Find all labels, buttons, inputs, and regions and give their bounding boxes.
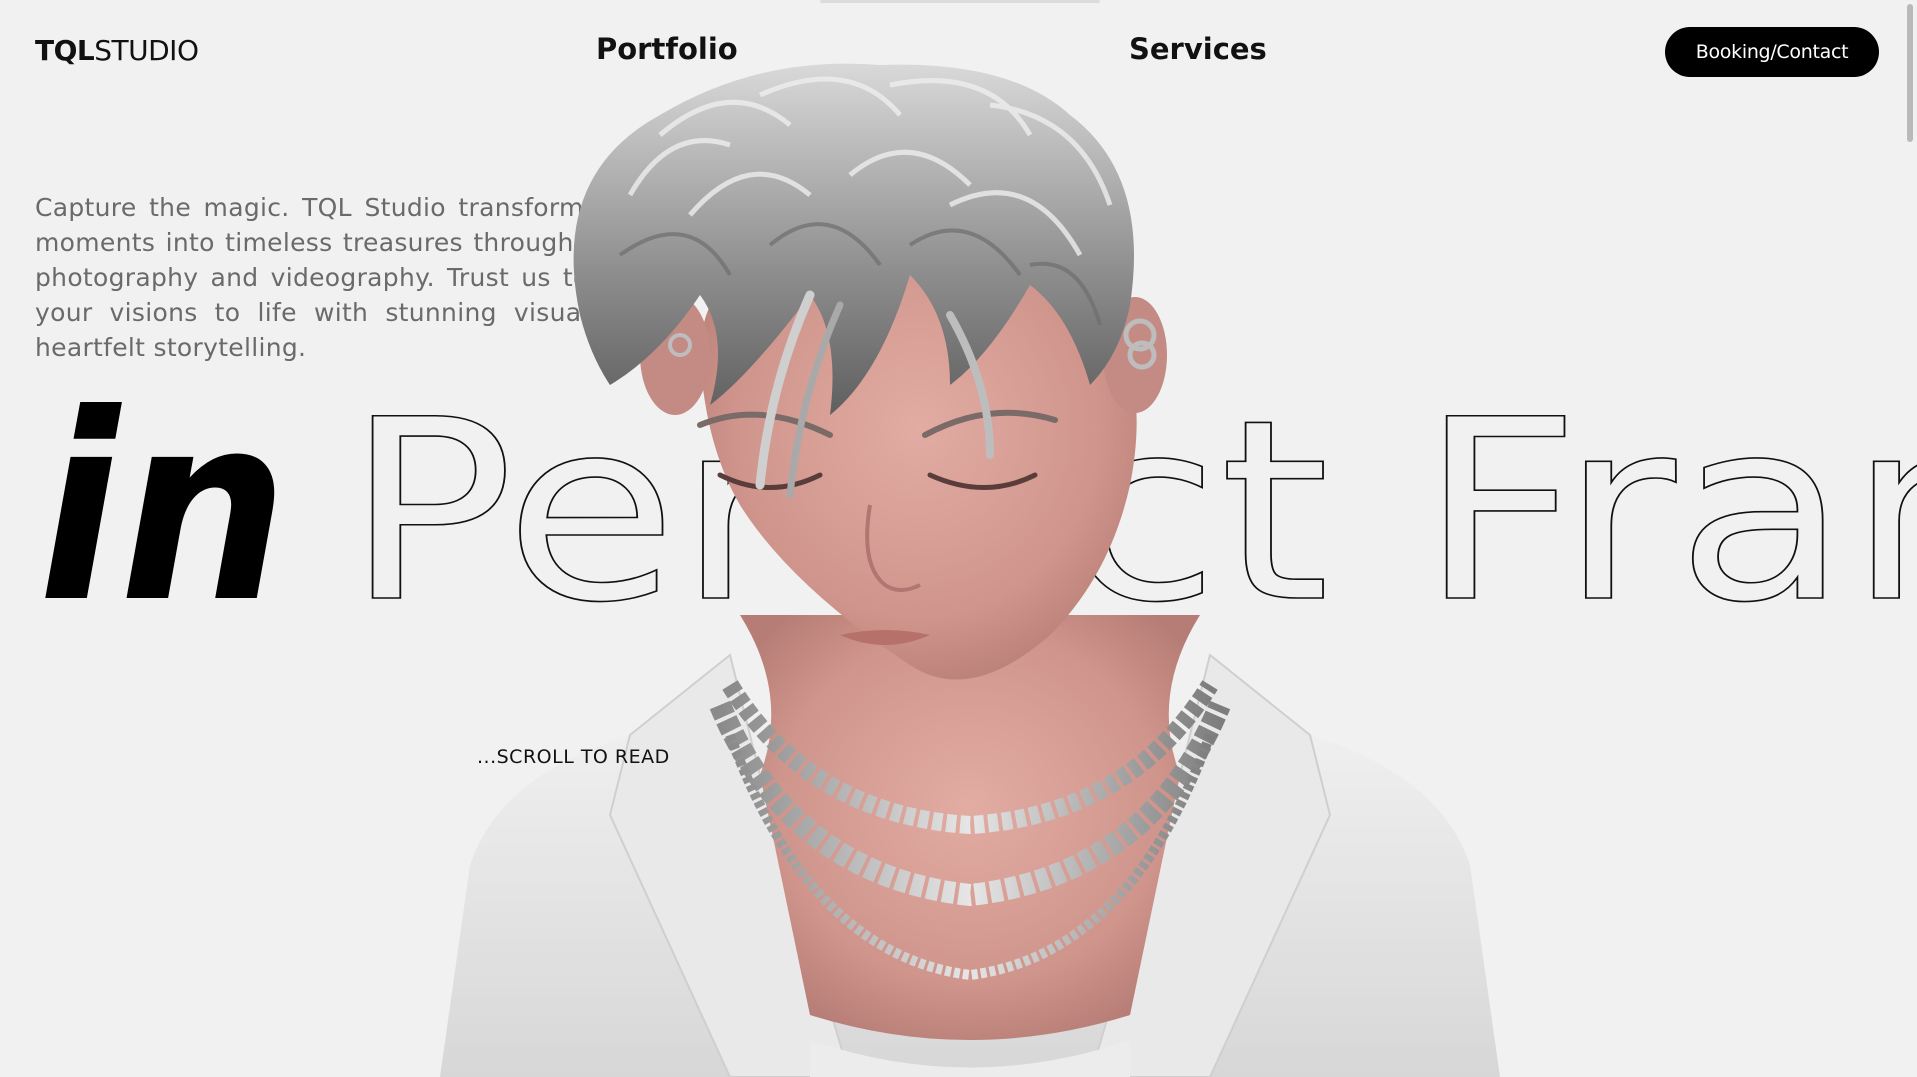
top-drag-handle: [820, 0, 1100, 3]
brand-logo-bold: TQL: [35, 34, 95, 67]
headline-filled-word: in: [38, 370, 288, 620]
headline-outline-words: Perfect Frame: [345, 370, 1917, 620]
booking-contact-button[interactable]: Booking/Contact: [1665, 27, 1879, 77]
scrollbar-thumb[interactable]: [1907, 4, 1913, 142]
intro-paragraph: Capture the magic. TQL Studio transforms…: [35, 193, 667, 362]
page-scrollbar[interactable]: [1903, 0, 1917, 1077]
hero-page: TQLSTUDIO Portfolio Services Booking/Con…: [0, 0, 1917, 1077]
brand-logo[interactable]: TQLSTUDIO: [35, 34, 199, 67]
scroll-to-read-hint[interactable]: ...SCROLL TO READ: [477, 746, 670, 768]
nav-services-link[interactable]: Services: [1129, 32, 1267, 66]
nav-portfolio-link[interactable]: Portfolio: [596, 32, 738, 66]
brand-logo-light: STUDIO: [94, 34, 199, 67]
hero-headline: in Perfect Frame: [0, 370, 1917, 620]
